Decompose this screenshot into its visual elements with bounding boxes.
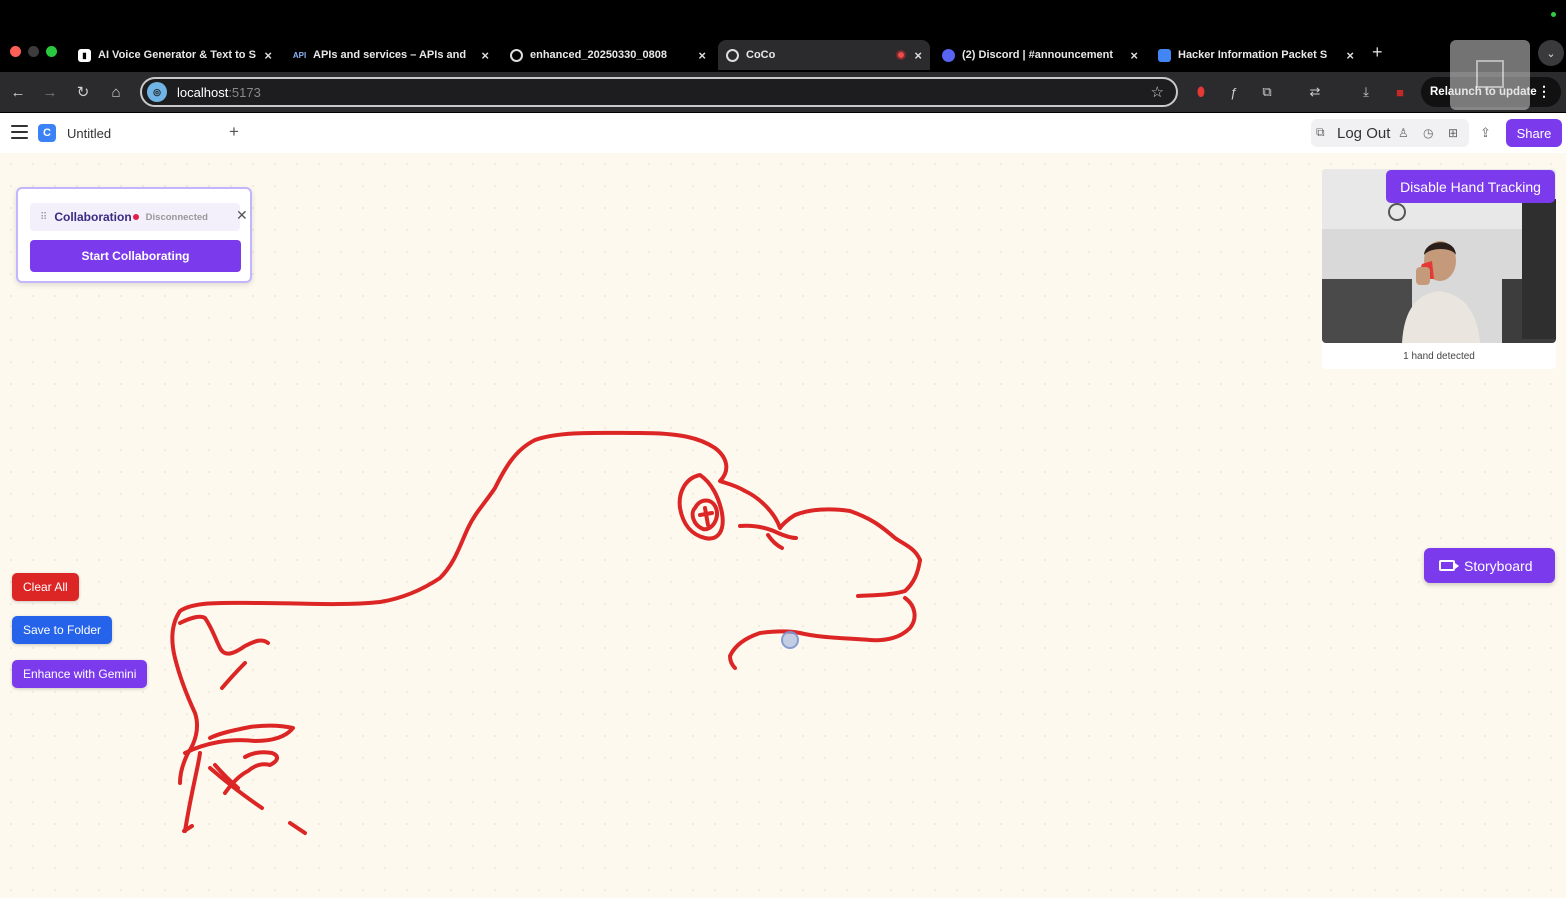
browser-tab[interactable]: (2) Discord | #announcement × xyxy=(934,40,1146,70)
document-title[interactable]: Untitled xyxy=(67,126,111,141)
app-header: C Untitled + ⧉ Log Out ♙ ◷ ⊞ ⇪ Share xyxy=(0,113,1566,153)
user-icon[interactable]: ♙ xyxy=(1398,126,1409,140)
more-menu-icon[interactable]: ⋮ xyxy=(1537,83,1551,100)
site-info-icon[interactable]: ◎ xyxy=(147,82,167,102)
home-icon[interactable]: ⌂ xyxy=(104,80,128,104)
extensions-puzzle-icon[interactable]: ⧉ xyxy=(1257,82,1277,102)
forward-icon[interactable]: → xyxy=(38,80,62,104)
drawing-stroke xyxy=(690,498,719,532)
fullscreen-icon xyxy=(1476,60,1504,88)
logout-button[interactable]: Log Out xyxy=(1337,125,1390,142)
docs-icon xyxy=(1158,48,1171,62)
bookmark-star-icon[interactable]: ☆ xyxy=(1151,83,1164,101)
collaboration-title: Collaboration xyxy=(54,210,132,224)
globe-icon xyxy=(726,48,739,62)
browser-tab[interactable]: enhanced_20250330_0808 × xyxy=(502,40,714,70)
tab-title: (2) Discord | #announcement xyxy=(962,49,1113,61)
clear-all-button[interactable]: Clear All xyxy=(12,573,79,601)
close-icon[interactable]: × xyxy=(1130,48,1138,63)
browser-tab-active[interactable]: CoCo × xyxy=(718,40,930,70)
app-logo: C xyxy=(38,124,56,142)
drag-handle-icon[interactable]: ⠿ xyxy=(40,212,47,223)
status-dot xyxy=(132,214,139,220)
close-icon[interactable]: × xyxy=(1346,48,1354,63)
enhance-with-gemini-button[interactable]: Enhance with Gemini xyxy=(12,660,148,688)
url-host: localhost xyxy=(177,84,229,100)
profile-icon[interactable]: ■ xyxy=(1390,82,1410,102)
new-tab-icon[interactable]: + xyxy=(1372,42,1383,63)
browser-tab[interactable]: API APIs and services – APIs and × xyxy=(285,40,497,70)
recording-icon xyxy=(896,50,907,60)
drawing-stroke xyxy=(178,614,270,690)
tab-title: Hacker Information Packet S xyxy=(1178,49,1328,61)
hand-detection-status: 1 hand detected xyxy=(1403,351,1475,362)
browser-tab-strip: ▮ AI Voice Generator & Text to S × API A… xyxy=(0,0,1566,72)
camera-indicator-dot xyxy=(1551,12,1556,17)
close-icon[interactable]: × xyxy=(914,48,922,63)
discord-icon xyxy=(942,48,955,62)
close-icon[interactable]: × xyxy=(481,48,489,63)
screen-capture-overlay xyxy=(1450,40,1530,110)
browser-tab[interactable]: Hacker Information Packet S × xyxy=(1150,40,1362,70)
address-bar[interactable]: ◎ localhost:5173 ☆ xyxy=(140,77,1178,107)
collaboration-header[interactable]: ⠿ Collaboration Disconnected xyxy=(30,203,240,231)
hand-cursor xyxy=(781,631,799,649)
collaboration-panel: ⠿ Collaboration Disconnected ✕ Start Col… xyxy=(16,187,252,283)
connection-status: Disconnected xyxy=(145,211,208,223)
layout-icon[interactable]: ⊞ xyxy=(1448,126,1458,140)
tab-title: APIs and services – APIs and xyxy=(313,49,467,61)
reload-icon[interactable]: ↻ xyxy=(71,80,95,104)
start-collaborating-button[interactable]: Start Collaborating xyxy=(30,240,241,272)
close-icon[interactable]: × xyxy=(264,48,272,63)
video-camera-icon xyxy=(1439,560,1459,571)
translate-icon[interactable]: ⇄ xyxy=(1305,82,1325,102)
close-icon[interactable]: ✕ xyxy=(236,207,248,224)
url-port: :5173 xyxy=(228,84,261,100)
chevron-down-icon[interactable]: ⌄ xyxy=(1538,40,1564,66)
window-zoom-button[interactable] xyxy=(46,46,57,57)
window-minimize-button[interactable] xyxy=(28,46,39,57)
browser-toolbar: ← → ↻ ⌂ ◎ localhost:5173 ☆ ⬮ ƒ ⧉ ⇄ ⤓ ■ R… xyxy=(0,72,1566,112)
download-icon[interactable]: ⤓ xyxy=(1356,82,1376,102)
close-icon[interactable]: × xyxy=(698,48,706,63)
drawing-canvas[interactable]: ⠿ Collaboration Disconnected ✕ Start Col… xyxy=(0,153,1566,898)
back-icon[interactable]: ← xyxy=(6,80,30,104)
menu-icon[interactable] xyxy=(11,125,28,140)
screen: ▮ AI Voice Generator & Text to S × API A… xyxy=(0,0,1566,898)
add-page-icon[interactable]: + xyxy=(229,122,239,142)
drawing-stroke xyxy=(738,523,798,550)
extension-shield-icon[interactable]: ⬮ xyxy=(1191,82,1211,102)
globe-icon xyxy=(510,48,523,62)
tab-title: enhanced_20250330_0808 xyxy=(530,49,667,61)
disable-hand-tracking-button[interactable]: Disable Hand Tracking xyxy=(1386,170,1555,203)
drawing-stroke xyxy=(183,723,295,833)
save-to-folder-button[interactable]: Save to Folder xyxy=(12,616,113,644)
window-close-button[interactable] xyxy=(10,46,21,57)
tab-title: CoCo xyxy=(746,49,776,61)
share-button[interactable]: Share xyxy=(1506,119,1562,147)
export-icon[interactable]: ⇪ xyxy=(1480,125,1491,141)
storyboard-button[interactable]: Storyboard xyxy=(1424,548,1555,583)
browser-tab[interactable]: ▮ AI Voice Generator & Text to S × xyxy=(70,40,280,70)
storyboard-label: Storyboard xyxy=(1464,557,1533,574)
tab-title: AI Voice Generator & Text to S xyxy=(98,49,256,61)
doc-icon: ▮ xyxy=(78,48,91,62)
api-icon: API xyxy=(292,50,307,60)
history-icon[interactable]: ◷ xyxy=(1423,126,1433,140)
drawing-stroke xyxy=(170,430,922,785)
drawing-stroke xyxy=(728,558,922,670)
copy-icon[interactable]: ⧉ xyxy=(1316,125,1325,140)
extension-script-icon[interactable]: ƒ xyxy=(1224,82,1244,102)
